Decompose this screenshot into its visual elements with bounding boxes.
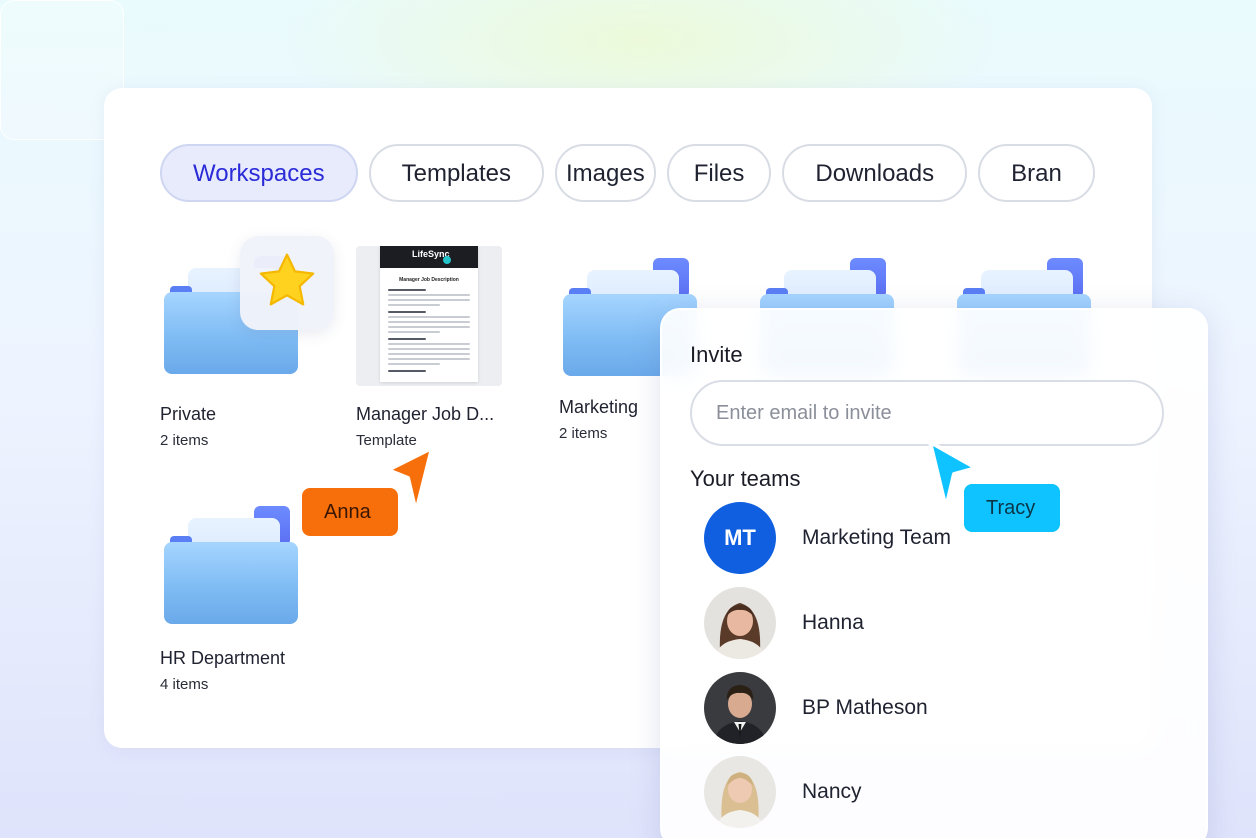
- tab-downloads[interactable]: Downloads: [782, 144, 968, 202]
- item-name: Private: [160, 404, 217, 424]
- invite-panel: Invite Your teams MT Marketing Team Hann…: [660, 308, 1208, 838]
- avatar: [704, 756, 776, 828]
- avatar: [704, 587, 776, 659]
- item-count: 2 items: [559, 425, 608, 442]
- item-name: HR Department: [160, 648, 286, 668]
- team-list-item[interactable]: Hanna: [704, 587, 1164, 659]
- email-invite-input[interactable]: [690, 380, 1164, 446]
- item-count: 2 items: [160, 432, 209, 449]
- filter-tabs: Workspaces Templates Images Files Downloads B…: [160, 144, 1096, 204]
- tab-templates[interactable]: Templates: [368, 144, 544, 202]
- collaborator-tag-tracy: Tracy: [964, 484, 1060, 532]
- grid-item-manager-job[interactable]: LifeSync Manager Job Description Manager…: [356, 246, 516, 456]
- doc-title: Manager Job Description: [399, 277, 459, 283]
- team-list-item[interactable]: Nancy: [704, 756, 1164, 828]
- document-thumbnail: LifeSync Manager Job Description: [356, 246, 502, 386]
- avatar: MT: [704, 502, 776, 574]
- star-icon: [259, 253, 315, 306]
- tab-files[interactable]: Files: [666, 144, 772, 202]
- collaborator-tag-anna: Anna: [302, 488, 398, 536]
- item-name: Marketing: [559, 397, 639, 417]
- favorite-badge: [240, 236, 334, 330]
- avatar-photo: [704, 587, 776, 659]
- member-name: Nancy: [802, 780, 862, 803]
- member-name: Hanna: [802, 611, 864, 634]
- avatar-photo: [704, 756, 776, 828]
- member-name: BP Matheson: [802, 696, 928, 719]
- invite-title: Invite: [690, 342, 743, 367]
- team-list-item[interactable]: BP Matheson: [704, 672, 1164, 744]
- item-count: 4 items: [160, 676, 209, 693]
- tab-brand[interactable]: Bran: [978, 144, 1095, 202]
- folder-icon: [164, 506, 298, 624]
- tab-images[interactable]: Images: [555, 144, 656, 202]
- item-name: Manager Job D...: [356, 404, 495, 424]
- teams-title: Your teams: [690, 466, 801, 491]
- tab-workspaces[interactable]: Workspaces: [160, 144, 358, 202]
- avatar-photo: [704, 672, 776, 744]
- avatar: [704, 672, 776, 744]
- member-name: Marketing Team: [802, 526, 952, 549]
